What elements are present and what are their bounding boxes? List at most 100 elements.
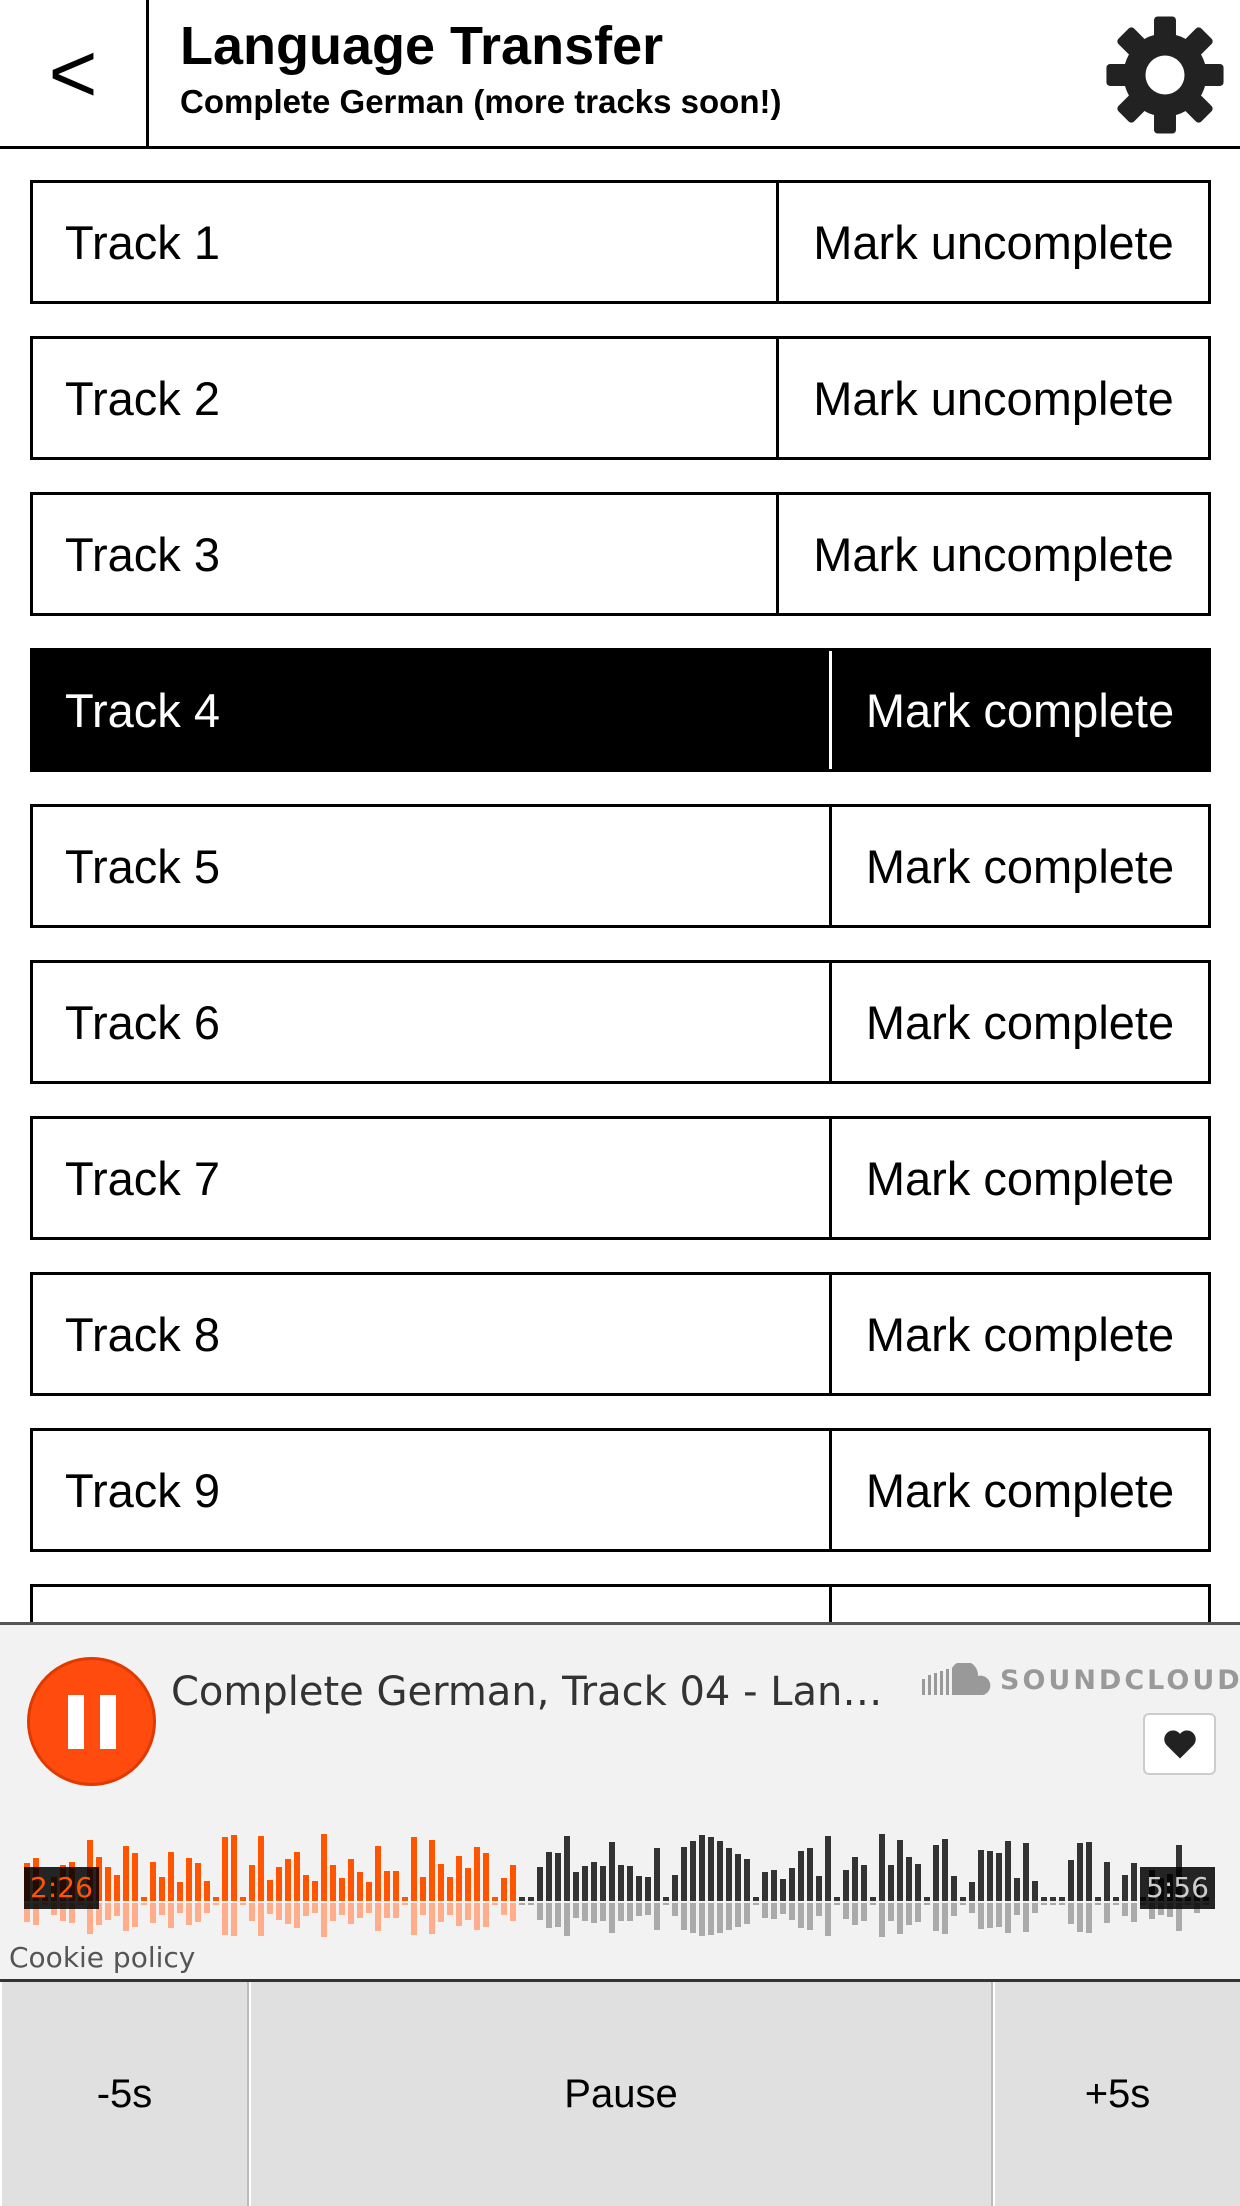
waveform-bar: [519, 1897, 525, 1901]
track-name[interactable]: Track 7: [33, 1119, 829, 1237]
cookie-policy-link[interactable]: Cookie policy: [9, 1941, 195, 1974]
waveform-reflection-bar: [348, 1903, 354, 1924]
mark-uncomplete-button[interactable]: Mark uncomplete: [776, 495, 1208, 613]
track-row[interactable]: Track 2 Mark uncomplete: [30, 336, 1211, 460]
waveform-reflection-bar: [312, 1903, 318, 1913]
waveform-reflection-bar: [321, 1903, 327, 1937]
waveform-reflection-bar: [528, 1903, 534, 1905]
mark-complete-button[interactable]: Mark complete: [829, 1275, 1208, 1393]
track-name[interactable]: Track 9: [33, 1431, 829, 1549]
waveform-reflection-bar: [798, 1903, 804, 1928]
waveform-bar: [555, 1853, 561, 1901]
waveform-reflection-bar: [564, 1903, 570, 1936]
waveform-reflection-bar: [114, 1903, 120, 1916]
mark-uncomplete-button[interactable]: Mark uncomplete: [776, 339, 1208, 457]
rewind-5s-button[interactable]: -5s: [0, 1982, 249, 2206]
track-row[interactable]: Track 3 Mark uncomplete: [30, 492, 1211, 616]
waveform-bar: [1077, 1843, 1083, 1901]
waveform-reflection-bar: [591, 1903, 597, 1923]
waveform-reflection-bar: [933, 1903, 939, 1931]
waveform-bar: [780, 1879, 786, 1901]
mark-complete-button[interactable]: [829, 1587, 1208, 1624]
waveform-reflection-bar: [1068, 1903, 1074, 1924]
waveform-bar: [186, 1858, 192, 1901]
waveform-reflection-bar: [177, 1903, 183, 1913]
waveform-bar: [663, 1897, 669, 1901]
waveform-reflection-bar: [546, 1903, 552, 1928]
like-button[interactable]: [1143, 1713, 1216, 1775]
waveform-bar: [195, 1863, 201, 1901]
waveform-reflection-bar: [1041, 1903, 1047, 1905]
track-name[interactable]: Track 2: [33, 339, 776, 457]
track-row[interactable]: [30, 1584, 1211, 1624]
waveform-reflection-bar: [627, 1903, 633, 1921]
waveform-bar: [204, 1881, 210, 1901]
waveform-bar: [474, 1847, 480, 1901]
track-name[interactable]: Track 4: [33, 651, 829, 769]
waveform-reflection-bar: [1104, 1903, 1110, 1923]
waveform-reflection-bar: [609, 1903, 615, 1933]
track-name[interactable]: Track 1: [33, 183, 776, 301]
track-name[interactable]: [33, 1587, 829, 1624]
back-button[interactable]: <: [0, 0, 149, 146]
waveform-bar: [402, 1897, 408, 1901]
waveform-reflection-bar: [906, 1903, 912, 1925]
waveform-reflection-bar: [699, 1903, 705, 1936]
waveform-bar: [1113, 1897, 1119, 1901]
pause-toggle-button[interactable]: [27, 1657, 156, 1786]
track-name[interactable]: Track 8: [33, 1275, 829, 1393]
waveform-reflection-bar: [330, 1903, 336, 1921]
page-title: Language Transfer: [180, 16, 664, 76]
waveform-reflection-bar: [555, 1903, 561, 1927]
track-row[interactable]: Track 6 Mark complete: [30, 960, 1211, 1084]
track-row[interactable]: Track 4 Mark complete: [30, 648, 1211, 772]
waveform[interactable]: [24, 1829, 1220, 1949]
waveform-reflection-bar: [816, 1903, 822, 1916]
waveform-bar: [285, 1859, 291, 1901]
track-name[interactable]: Track 3: [33, 495, 776, 613]
forward-5s-button[interactable]: +5s: [993, 1982, 1240, 2206]
waveform-bar: [1023, 1843, 1029, 1901]
waveform-bar: [1005, 1841, 1011, 1901]
waveform-reflection-bar: [771, 1903, 777, 1919]
player-track-title[interactable]: Complete German, Track 04 - Language Tra…: [171, 1669, 891, 1715]
waveform-bar: [1086, 1842, 1092, 1901]
mark-complete-button[interactable]: Mark complete: [829, 651, 1208, 769]
waveform-reflection-bar: [1050, 1903, 1056, 1905]
waveform-reflection-bar: [438, 1903, 444, 1922]
pause-button[interactable]: Pause: [249, 1982, 993, 2206]
mark-complete-button[interactable]: Mark complete: [829, 807, 1208, 925]
waveform-reflection-bar: [969, 1903, 975, 1913]
waveform-bar: [294, 1852, 300, 1901]
waveform-bar: [1050, 1897, 1056, 1901]
waveform-reflection-bar: [582, 1903, 588, 1921]
track-row[interactable]: Track 9 Mark complete: [30, 1428, 1211, 1552]
mark-complete-button[interactable]: Mark complete: [829, 1431, 1208, 1549]
track-name[interactable]: Track 5: [33, 807, 829, 925]
page-subtitle: Complete German (more tracks soon!): [180, 83, 782, 120]
playback-controls: -5s Pause +5s: [0, 1982, 1240, 2206]
waveform-bar: [1104, 1862, 1110, 1901]
waveform-bar: [726, 1848, 732, 1901]
waveform-reflection-bar: [708, 1903, 714, 1935]
waveform-reflection-bar: [420, 1903, 426, 1915]
track-name[interactable]: Track 6: [33, 963, 829, 1081]
waveform-bar: [573, 1872, 579, 1901]
gear-icon[interactable]: [1104, 14, 1226, 136]
waveform-bar: [1095, 1897, 1101, 1901]
waveform-bar: [537, 1867, 543, 1901]
waveform-reflection-bar: [942, 1903, 948, 1934]
mark-uncomplete-button[interactable]: Mark uncomplete: [776, 183, 1208, 301]
track-row[interactable]: Track 1 Mark uncomplete: [30, 180, 1211, 304]
waveform-bar: [645, 1877, 651, 1901]
waveform-bar: [105, 1867, 111, 1901]
waveform-reflection-bar: [1077, 1903, 1083, 1932]
track-row[interactable]: Track 7 Mark complete: [30, 1116, 1211, 1240]
soundcloud-logo[interactable]: SOUNDCLOUD: [922, 1663, 1240, 1697]
mark-complete-button[interactable]: Mark complete: [829, 1119, 1208, 1237]
waveform-reflection-bar: [663, 1903, 669, 1905]
track-row[interactable]: Track 5 Mark complete: [30, 804, 1211, 928]
waveform-reflection-bar: [672, 1903, 678, 1916]
mark-complete-button[interactable]: Mark complete: [829, 963, 1208, 1081]
track-row[interactable]: Track 8 Mark complete: [30, 1272, 1211, 1396]
